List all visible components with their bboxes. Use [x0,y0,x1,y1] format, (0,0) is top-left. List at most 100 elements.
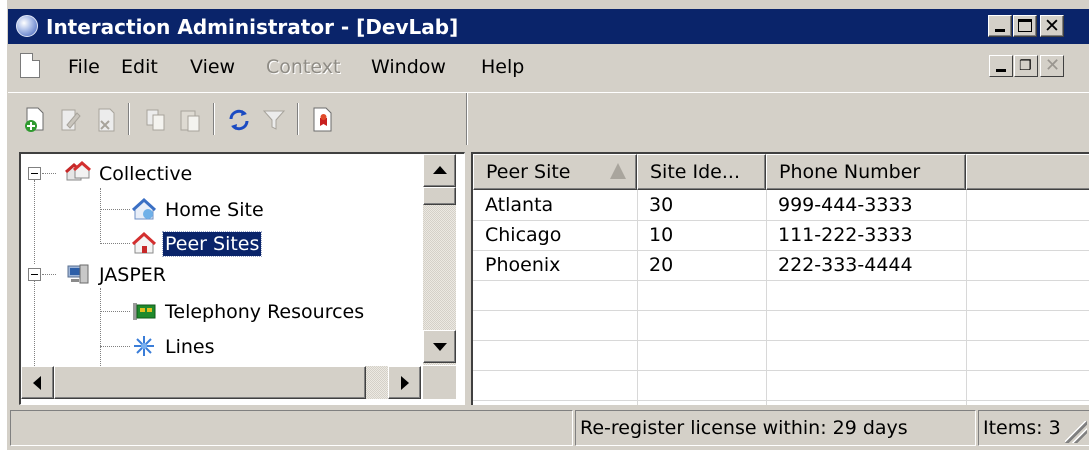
edit-icon [61,109,81,131]
peer-sites-icon [131,231,157,254]
tree-label: Peer Sites [161,231,263,257]
status-items-label: Items: 3 [983,417,1061,439]
mdi-restore-button[interactable]: ❐ [1014,55,1038,77]
menu-file[interactable]: File [68,56,100,78]
tree-label: Telephony Resources [165,301,365,323]
toolbar-separator [213,103,215,135]
collapse-icon[interactable] [28,268,41,281]
column-header-label: Phone Number [779,161,921,183]
status-bar: Re-register license within: 29 days Item… [8,408,1089,450]
cell-peer-site: Phoenix [485,254,561,276]
scroll-thumb[interactable] [54,366,366,399]
cell-site-id: 20 [649,254,674,276]
tree-node-peer-sites[interactable]: Peer Sites [21,229,421,259]
scroll-up-button[interactable] [423,154,456,187]
column-header-empty [966,154,1089,190]
arrow-up-icon [433,166,447,174]
column-header-label: Site Ide... [650,161,740,183]
resize-grip-icon[interactable] [1065,421,1087,443]
tree-node-jasper[interactable]: JASPER [21,260,421,290]
scroll-right-button[interactable] [388,366,421,399]
tree-view[interactable]: Collective Home Site Peer Sites JASPER T… [19,152,465,405]
status-license: Re-register license within: 29 days [575,410,976,446]
menu-window[interactable]: Window [371,56,446,78]
collective-icon [65,161,91,181]
menu-context: Context [266,56,341,78]
cell-phone-number: 111-222-3333 [778,224,913,246]
menu-bar: File Edit View Context Window Help ❐ ✕ [8,48,1089,86]
status-items-count: Items: 3 [978,410,1089,446]
report-icon[interactable] [311,107,335,133]
grid-line [473,400,1089,401]
scrollbar-corner [423,366,456,399]
minimize-icon [995,29,1005,32]
tree-vertical-scrollbar[interactable] [423,154,456,365]
column-header-peer-site[interactable]: Peer Site [473,154,637,190]
tree-content: Collective Home Site Peer Sites JASPER T… [21,154,421,366]
column-header-label: Peer Site [486,161,571,183]
menu-edit[interactable]: Edit [121,56,158,78]
grid-line [966,190,967,405]
tree-label: JASPER [99,264,166,286]
scroll-thumb[interactable] [423,187,456,205]
tree-node-collective[interactable]: Collective [21,159,421,189]
arrow-left-icon [33,376,41,390]
cell-peer-site: Chicago [485,224,562,246]
sort-ascending-icon [610,163,626,179]
paste-icon [180,110,200,132]
tree-horizontal-scrollbar[interactable] [21,366,421,399]
tree-node-home-site[interactable]: Home Site [21,195,421,225]
document-icon[interactable] [20,53,40,78]
cell-phone-number: 999-444-3333 [778,194,913,216]
tree-label: Collective [99,163,193,185]
close-button[interactable]: ✕ [1040,15,1064,37]
status-panel-empty [10,410,573,446]
copy-icon [146,109,165,131]
cell-site-id: 30 [649,194,674,216]
telephony-card-icon [133,303,156,320]
menu-view[interactable]: View [190,56,235,78]
menu-help[interactable]: Help [481,56,524,78]
close-icon: ✕ [1045,55,1061,76]
arrow-down-icon [433,343,447,351]
grid-line [473,370,1089,371]
app-globe-icon [16,15,38,37]
cell-phone-number: 222-333-4444 [778,254,913,276]
scroll-left-button[interactable] [21,366,54,399]
tree-label: Home Site [165,199,264,221]
tree-node-telephony-resources[interactable]: Telephony Resources [21,297,421,327]
scroll-down-button[interactable] [423,330,456,363]
maximize-button[interactable] [1013,15,1037,37]
mdi-minimize-button[interactable] [989,55,1013,77]
mdi-close-button: ✕ [1040,55,1064,77]
collapse-icon[interactable] [28,167,41,180]
delete-icon [98,108,115,132]
tree-label: Lines [165,336,215,358]
peer-sites-list[interactable]: Peer Site Site Ide... Phone Number Atlan… [471,152,1089,405]
grid-line [473,310,1089,311]
cell-site-id: 10 [649,224,674,246]
server-icon [67,264,89,284]
toolbar-separator [297,103,299,135]
arrow-right-icon [401,376,409,390]
minimize-icon [996,69,1006,72]
cell-peer-site: Atlanta [485,194,554,216]
minimize-button[interactable] [988,15,1012,37]
column-header-site-id[interactable]: Site Ide... [637,154,766,190]
toolbar-buttons [14,99,466,141]
toolbar-separator [128,103,130,135]
lines-icon [134,336,154,356]
new-item-icon[interactable] [24,107,48,133]
refresh-icon[interactable] [227,107,251,133]
column-header-phone-number[interactable]: Phone Number [766,154,966,190]
window-title: Interaction Administrator - [DevLab] [46,15,459,39]
tree-node-lines[interactable]: Lines [21,332,421,362]
app-window: Interaction Administrator - [DevLab] ✕ F… [7,0,1089,450]
maximize-icon [1018,19,1032,32]
home-site-icon [131,197,157,220]
pane-divider [466,93,468,145]
toolbar [8,92,1089,145]
restore-icon: ❐ [1019,58,1032,74]
close-icon: ✕ [1044,15,1060,37]
title-bar[interactable]: Interaction Administrator - [DevLab] ✕ [8,9,1089,44]
